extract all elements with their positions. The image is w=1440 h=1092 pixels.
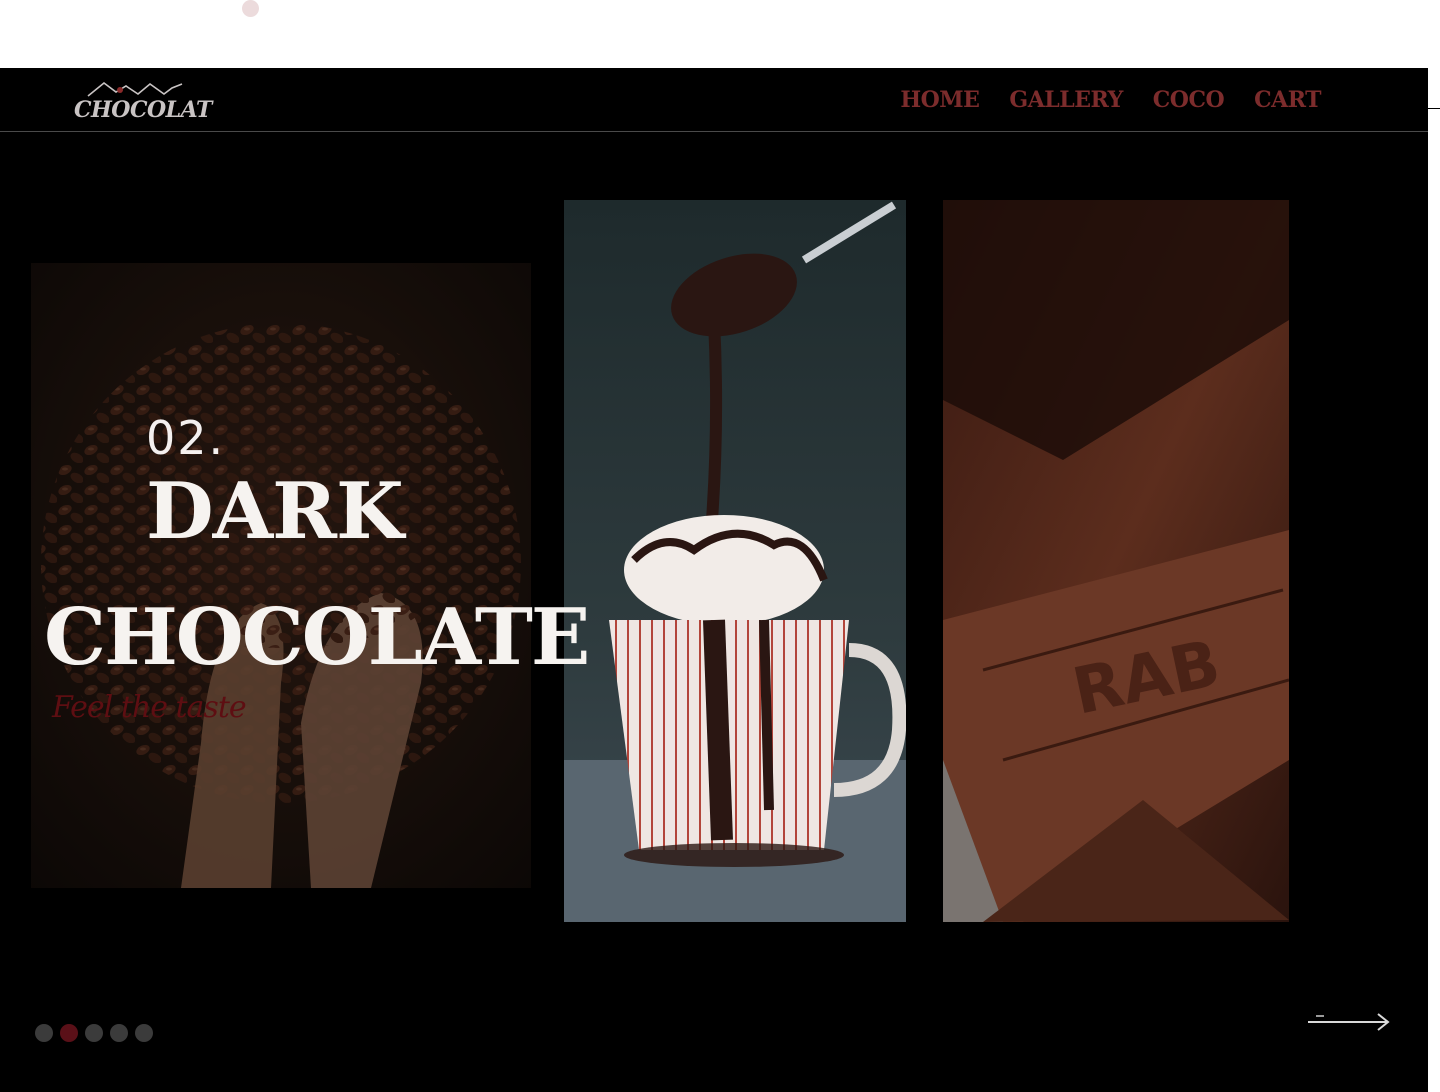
top-nav: CHOCOLAT HOME GALLERY COCO CART [0,68,1428,132]
slider-dot-5[interactable] [135,1024,153,1042]
logo[interactable]: CHOCOLAT [74,80,212,123]
slider-dot-4[interactable] [110,1024,128,1042]
slide-card-hot-chocolate[interactable] [564,200,906,922]
nav-links: HOME GALLERY COCO CART [900,87,1321,113]
slider-pagination [35,1024,153,1042]
edge-line [1428,108,1440,109]
hero-title-line-2: CHOCOLATE [44,592,590,683]
nav-coco[interactable]: COCO [1153,87,1225,113]
hero-title-line-1: DARK [146,466,404,557]
slider-dot-1[interactable] [35,1024,53,1042]
cocoa-beans-image [31,263,531,888]
slider-dot-2[interactable] [60,1024,78,1042]
slider-dot-3[interactable] [85,1024,103,1042]
nav-gallery[interactable]: GALLERY [1009,87,1123,113]
slide-number: 02. [146,411,226,465]
slide-card-chocolate-bar[interactable]: RAB [943,200,1289,922]
arrow-right-icon[interactable] [1306,1010,1392,1034]
chocolate-bar-image: RAB [943,200,1289,922]
hot-chocolate-image [564,200,906,922]
logo-text: CHOCOLAT [74,97,212,123]
slide-card-cocoa-beans[interactable] [31,263,531,888]
decor-dot [242,0,259,17]
nav-cart[interactable]: CART [1254,87,1321,113]
page-stage: CHOCOLAT HOME GALLERY COCO CART RAB 02. … [0,68,1428,1092]
hero-tagline: Feel the taste [52,690,247,725]
nav-home[interactable]: HOME [900,87,980,113]
